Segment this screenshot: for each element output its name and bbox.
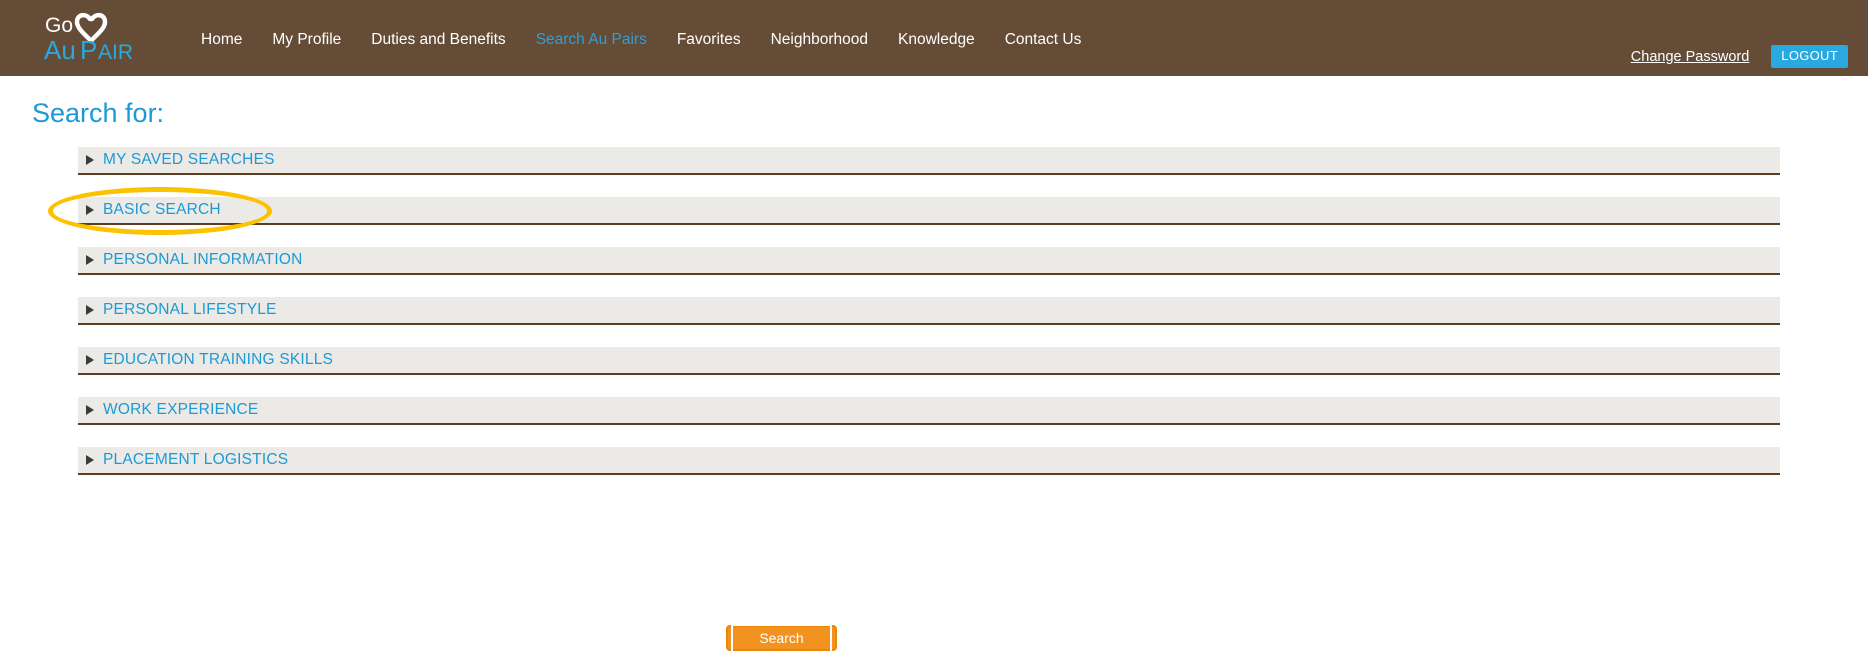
accordion-section-personal-lifestyle[interactable]: PERSONAL LIFESTYLE [78, 297, 1780, 325]
nav-item-home[interactable]: Home [186, 29, 257, 51]
header-account-actions: Change Password LOGOUT [1631, 45, 1848, 68]
svg-text:P: P [80, 35, 97, 65]
svg-text:AIR: AIR [98, 41, 133, 64]
accordion-section-label: PLACEMENT LOGISTICS [103, 451, 289, 468]
nav-item-favorites[interactable]: Favorites [662, 29, 756, 51]
chevron-right-icon [86, 405, 94, 415]
accordion-section-label: WORK EXPERIENCE [103, 401, 259, 418]
chevron-right-icon [86, 305, 94, 315]
chevron-right-icon [86, 455, 94, 465]
nav-item-knowledge[interactable]: Knowledge [883, 29, 990, 51]
accordion-section-placement-logistics[interactable]: PLACEMENT LOGISTICS [78, 447, 1780, 475]
page-title: Search for: [32, 98, 165, 128]
accordion-section-my-saved-searches[interactable]: MY SAVED SEARCHES [78, 147, 1780, 175]
chevron-right-icon [86, 155, 94, 165]
accordion-section-work-experience[interactable]: WORK EXPERIENCE [78, 397, 1780, 425]
accordion-section-label: EDUCATION TRAINING SKILLS [103, 351, 334, 368]
accordion-section-label: PERSONAL LIFESTYLE [103, 301, 277, 318]
chevron-right-icon [86, 205, 94, 215]
svg-text:Go: Go [45, 14, 73, 37]
chevron-right-icon [86, 255, 94, 265]
accordion-section-label: BASIC SEARCH [103, 201, 221, 218]
nav-item-duties-and-benefits[interactable]: Duties and Benefits [356, 29, 520, 51]
accordion-section-education-training-skills[interactable]: EDUCATION TRAINING SKILLS [78, 347, 1780, 375]
change-password-link[interactable]: Change Password [1631, 49, 1750, 65]
search-accordion: MY SAVED SEARCHES BASIC SEARCH PERSONAL … [78, 147, 1780, 497]
search-button-container: Search [0, 624, 1563, 653]
nav-item-search-au-pairs[interactable]: Search Au Pairs [521, 29, 662, 51]
accordion-section-label: PERSONAL INFORMATION [103, 251, 303, 268]
logout-button[interactable]: LOGOUT [1771, 45, 1848, 68]
nav-item-neighborhood[interactable]: Neighborhood [756, 29, 883, 51]
accordion-section-label: MY SAVED SEARCHES [103, 151, 275, 168]
search-button[interactable]: Search [726, 624, 837, 653]
main-navigation: Home My Profile Duties and Benefits Sear… [186, 29, 1096, 51]
accordion-section-basic-search[interactable]: BASIC SEARCH [78, 197, 1780, 225]
chevron-right-icon [86, 355, 94, 365]
search-button-label: Search [731, 624, 832, 653]
site-header: Go Au P AIR Home My Profile Duties and B… [0, 0, 1868, 76]
svg-text:Au: Au [44, 35, 76, 65]
nav-item-my-profile[interactable]: My Profile [257, 29, 356, 51]
accordion-section-personal-information[interactable]: PERSONAL INFORMATION [78, 247, 1780, 275]
nav-item-contact-us[interactable]: Contact Us [990, 29, 1097, 51]
go-au-pair-logo[interactable]: Go Au P AIR [44, 10, 150, 66]
